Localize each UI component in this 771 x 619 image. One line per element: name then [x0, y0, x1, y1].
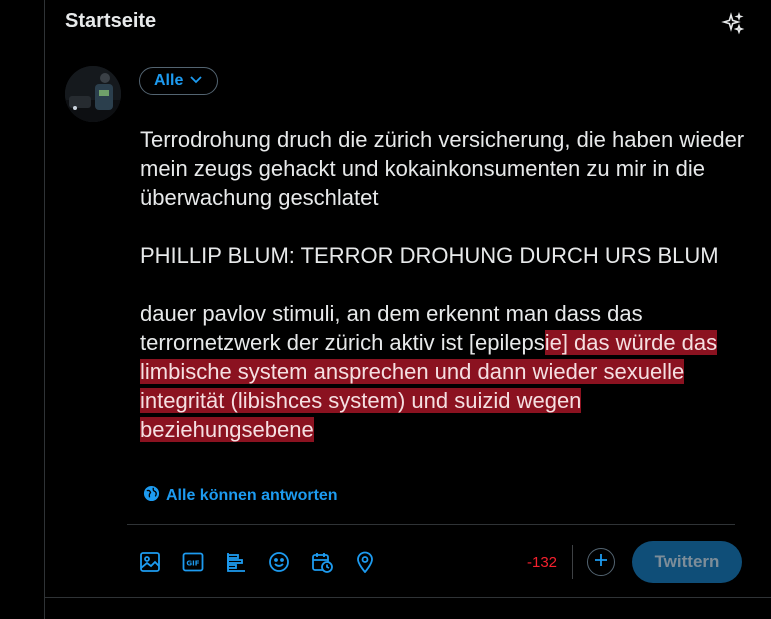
gif-icon[interactable]: GIF: [182, 547, 218, 577]
compose-textarea[interactable]: Terrodrohung druch die zürich versicheru…: [140, 125, 750, 444]
tweet-button[interactable]: Twittern: [632, 541, 742, 583]
chevron-down-icon: [189, 72, 203, 91]
character-counter: -132: [527, 554, 558, 571]
main-column: Startseite Alle Terrodrohung druch die z…: [44, 0, 771, 619]
divider: [127, 524, 735, 525]
divider: [45, 597, 771, 598]
page-title: Startseite: [65, 10, 157, 32]
schedule-icon[interactable]: [311, 547, 347, 577]
poll-icon[interactable]: [225, 547, 261, 577]
location-icon[interactable]: [354, 547, 390, 577]
globe-icon: [143, 485, 160, 507]
compose-paragraph: dauer pavlov stimuli, an dem erkennt man…: [140, 299, 750, 444]
reply-setting-button[interactable]: Alle können antworten: [143, 484, 338, 508]
compose-paragraph: PHILLIP BLUM: TERROR DROHUNG DURCH URS B…: [140, 243, 719, 268]
svg-text:GIF: GIF: [186, 560, 199, 568]
audience-selector[interactable]: Alle: [139, 67, 219, 95]
avatar[interactable]: [65, 66, 121, 122]
reply-setting-label: Alle können antworten: [166, 487, 338, 504]
divider: [572, 545, 573, 579]
compose-toolbar: GIF: [139, 547, 390, 577]
emoji-icon[interactable]: [268, 547, 304, 577]
sparkle-icon[interactable]: [721, 11, 745, 36]
add-tweet-button[interactable]: [587, 548, 615, 576]
compose-paragraph: Terrodrohung druch die zürich versicheru…: [140, 127, 745, 210]
image-icon[interactable]: [139, 547, 175, 577]
plus-icon: [593, 552, 609, 573]
audience-label: Alle: [154, 72, 184, 89]
